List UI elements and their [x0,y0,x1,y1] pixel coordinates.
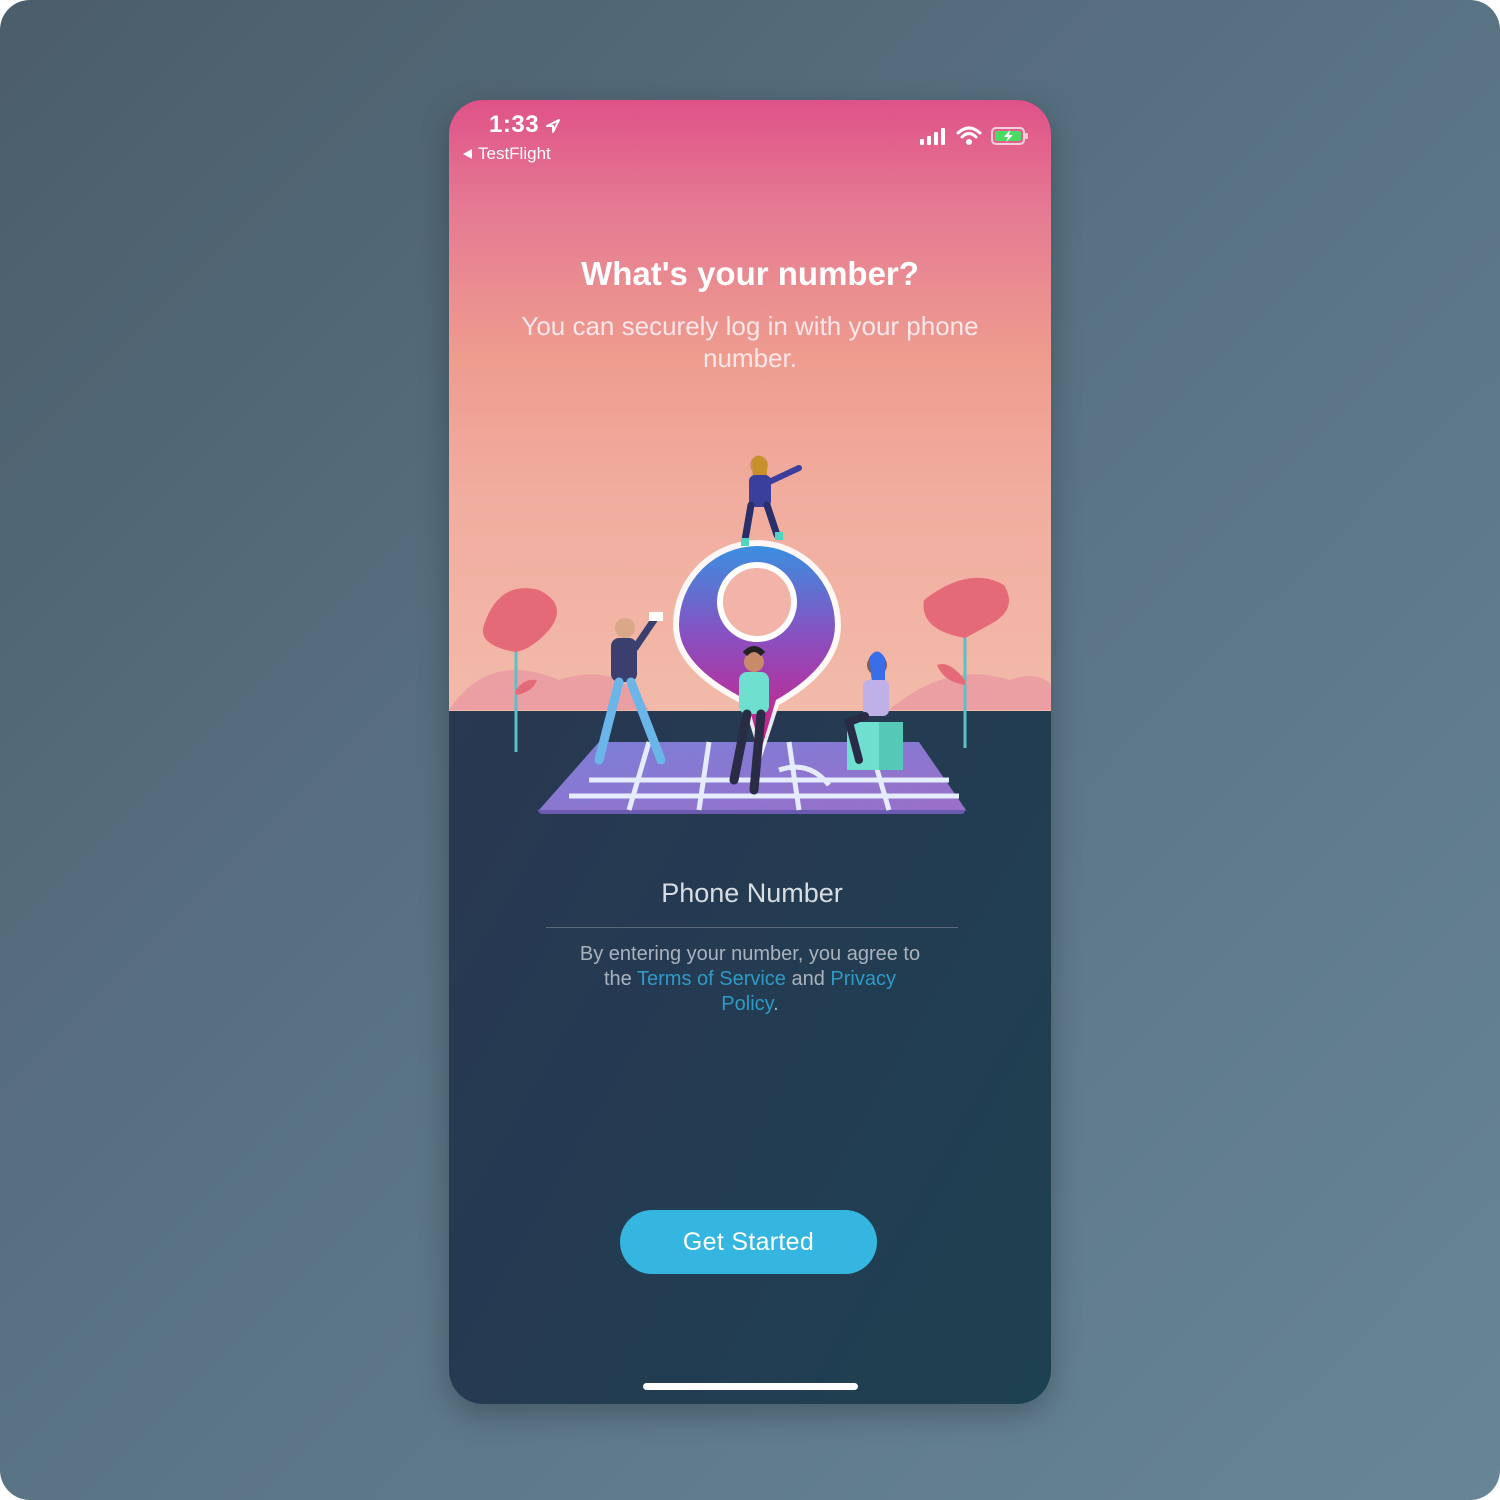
agreement-suffix: . [773,993,779,1015]
person-sitting [844,651,903,770]
back-app-label: TestFlight [478,144,551,163]
home-indicator[interactable] [643,1383,858,1390]
page-subtitle: You can securely log in with your phone … [521,311,979,373]
phone-field-underline [546,927,958,928]
terms-of-service-link[interactable]: Terms of Service [637,968,786,990]
cellular-signal-icon [920,128,945,145]
get-started-button[interactable]: Get Started [620,1210,877,1274]
right-tree [923,577,1009,748]
status-time: 1:33 [489,111,540,138]
location-arrow-icon [546,119,560,133]
wifi-icon [956,126,982,145]
battery-charging-icon [991,127,1028,145]
back-arrow-icon [463,149,472,159]
back-to-testflight-link[interactable]: TestFlight [463,144,551,164]
system-icons [919,126,1029,146]
status-bar: 1:33 TestFlight [449,100,1051,170]
hero-illustration [449,455,1051,814]
page-title: What's your number? [581,255,919,292]
agreement-middle: and [785,968,831,990]
phone-number-field[interactable]: Phone Number [546,878,958,909]
left-tree [482,588,557,752]
agreement-text: By entering your number, you agree to th… [579,942,921,1017]
person-on-pin [741,455,802,546]
phone-screen: 1:33 TestFlight What's your number? You … [449,100,1051,1404]
